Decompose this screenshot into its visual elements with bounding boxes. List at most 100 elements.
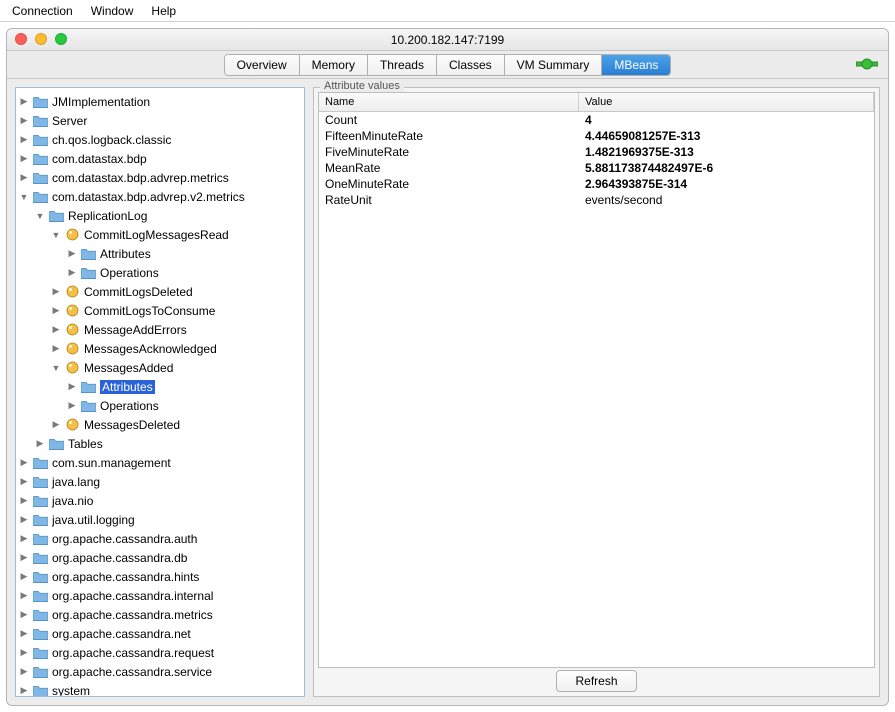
tree-toggle-icon[interactable] bbox=[50, 230, 62, 240]
tree-toggle-icon[interactable] bbox=[34, 438, 46, 449]
tree-item[interactable]: org.apache.cassandra.metrics bbox=[16, 605, 304, 624]
tab-memory[interactable]: Memory bbox=[300, 55, 368, 75]
tree-item[interactable]: com.sun.management bbox=[16, 453, 304, 472]
tab-classes[interactable]: Classes bbox=[437, 55, 505, 75]
tree-toggle-icon[interactable] bbox=[18, 533, 30, 544]
table-row[interactable]: Count 4 bbox=[319, 112, 874, 128]
folder-icon bbox=[32, 532, 48, 546]
mbean-tree[interactable]: JMImplementation Server ch.qos.logback.c… bbox=[15, 87, 305, 697]
tree-toggle-icon[interactable] bbox=[34, 211, 46, 221]
tree-item[interactable]: MessagesDeleted bbox=[16, 415, 304, 434]
tree-toggle-icon[interactable] bbox=[66, 381, 78, 392]
tree-toggle-icon[interactable] bbox=[18, 552, 30, 563]
tab-mbeans[interactable]: MBeans bbox=[602, 55, 670, 75]
tree-toggle-icon[interactable] bbox=[18, 571, 30, 582]
tree-item[interactable]: com.datastax.bdp.advrep.metrics bbox=[16, 168, 304, 187]
tree-toggle-icon[interactable] bbox=[50, 363, 62, 373]
tree-toggle-icon[interactable] bbox=[50, 343, 62, 354]
tree-item[interactable]: org.apache.cassandra.auth bbox=[16, 529, 304, 548]
tree-toggle-icon[interactable] bbox=[18, 647, 30, 658]
table-row[interactable]: FifteenMinuteRate 4.44659081257E-313 bbox=[319, 128, 874, 144]
tree-item[interactable]: system bbox=[16, 681, 304, 697]
tree-item-selected[interactable]: Attributes bbox=[16, 377, 304, 396]
menu-connection[interactable]: Connection bbox=[12, 4, 73, 18]
tab-vmsummary[interactable]: VM Summary bbox=[505, 55, 603, 75]
table-row[interactable]: FiveMinuteRate 1.4821969375E-313 bbox=[319, 144, 874, 160]
tree-item[interactable]: MessagesAdded bbox=[16, 358, 304, 377]
refresh-button[interactable]: Refresh bbox=[556, 670, 636, 692]
tree-toggle-icon[interactable] bbox=[18, 666, 30, 677]
tree-item[interactable]: ReplicationLog bbox=[16, 206, 304, 225]
tree-item[interactable]: org.apache.cassandra.service bbox=[16, 662, 304, 681]
tree-toggle-icon[interactable] bbox=[18, 685, 30, 696]
tree-toggle-icon[interactable] bbox=[18, 476, 30, 487]
tree-toggle-icon[interactable] bbox=[50, 286, 62, 297]
tree-item[interactable]: Server bbox=[16, 111, 304, 130]
tree-item[interactable]: org.apache.cassandra.hints bbox=[16, 567, 304, 586]
tree-toggle-icon[interactable] bbox=[66, 400, 78, 411]
attribute-table[interactable]: Name Value Count 4 FifteenMinuteRate 4.4… bbox=[318, 92, 875, 668]
table-row[interactable]: OneMinuteRate 2.964393875E-314 bbox=[319, 176, 874, 192]
tree-item[interactable]: CommitLogsDeleted bbox=[16, 282, 304, 301]
tree-toggle-icon[interactable] bbox=[18, 172, 30, 183]
tab-overview[interactable]: Overview bbox=[225, 55, 300, 75]
tree-item[interactable]: org.apache.cassandra.db bbox=[16, 548, 304, 567]
menubar: Connection Window Help bbox=[0, 0, 895, 22]
table-row[interactable]: MeanRate 5.881173874482497E-6 bbox=[319, 160, 874, 176]
tree-label: com.datastax.bdp.advrep.metrics bbox=[52, 171, 229, 185]
folder-icon bbox=[32, 133, 48, 147]
tree-item[interactable]: MessageAddErrors bbox=[16, 320, 304, 339]
tree-toggle-icon[interactable] bbox=[66, 248, 78, 259]
menu-help[interactable]: Help bbox=[151, 4, 176, 18]
tree-item[interactable]: org.apache.cassandra.request bbox=[16, 643, 304, 662]
folder-icon bbox=[32, 456, 48, 470]
zoom-icon[interactable] bbox=[55, 33, 67, 45]
tree-toggle-icon[interactable] bbox=[18, 115, 30, 126]
folder-icon bbox=[32, 551, 48, 565]
folder-icon bbox=[48, 209, 64, 223]
tree-label: java.util.logging bbox=[52, 513, 135, 527]
tree-item[interactable]: Operations bbox=[16, 396, 304, 415]
minimize-icon[interactable] bbox=[35, 33, 47, 45]
tree-toggle-icon[interactable] bbox=[50, 419, 62, 430]
tree-label: org.apache.cassandra.request bbox=[52, 646, 214, 660]
tree-item[interactable]: org.apache.cassandra.internal bbox=[16, 586, 304, 605]
tree-toggle-icon[interactable] bbox=[18, 192, 30, 202]
tab-threads[interactable]: Threads bbox=[368, 55, 437, 75]
tree-item[interactable]: Tables bbox=[16, 434, 304, 453]
tree-toggle-icon[interactable] bbox=[18, 609, 30, 620]
tree-item[interactable]: CommitLogsToConsume bbox=[16, 301, 304, 320]
tree-item[interactable]: java.nio bbox=[16, 491, 304, 510]
table-header: Name Value bbox=[319, 93, 874, 112]
tree-item[interactable]: org.apache.cassandra.net bbox=[16, 624, 304, 643]
tree-toggle-icon[interactable] bbox=[18, 495, 30, 506]
tree-toggle-icon[interactable] bbox=[50, 324, 62, 335]
tree-item[interactable]: Operations bbox=[16, 263, 304, 282]
tree-item[interactable]: JMImplementation bbox=[16, 92, 304, 111]
menu-window[interactable]: Window bbox=[91, 4, 134, 18]
tree-item[interactable]: java.util.logging bbox=[16, 510, 304, 529]
folder-icon bbox=[48, 437, 64, 451]
tree-toggle-icon[interactable] bbox=[18, 628, 30, 639]
tree-item[interactable]: MessagesAcknowledged bbox=[16, 339, 304, 358]
tree-toggle-icon[interactable] bbox=[18, 514, 30, 525]
window-title: 10.200.182.147:7199 bbox=[391, 33, 504, 47]
close-icon[interactable] bbox=[15, 33, 27, 45]
tree-label: JMImplementation bbox=[52, 95, 150, 109]
tree-item[interactable]: CommitLogMessagesRead bbox=[16, 225, 304, 244]
tree-item[interactable]: com.datastax.bdp.advrep.v2.metrics bbox=[16, 187, 304, 206]
tree-item[interactable]: java.lang bbox=[16, 472, 304, 491]
tree-item[interactable]: Attributes bbox=[16, 244, 304, 263]
tree-toggle-icon[interactable] bbox=[18, 590, 30, 601]
tree-label: MessageAddErrors bbox=[84, 323, 187, 337]
folder-icon bbox=[32, 475, 48, 489]
tree-toggle-icon[interactable] bbox=[18, 457, 30, 468]
tree-toggle-icon[interactable] bbox=[18, 96, 30, 107]
tree-toggle-icon[interactable] bbox=[18, 153, 30, 164]
tree-toggle-icon[interactable] bbox=[50, 305, 62, 316]
tree-toggle-icon[interactable] bbox=[66, 267, 78, 278]
table-row[interactable]: RateUnit events/second bbox=[319, 192, 874, 208]
tree-item[interactable]: com.datastax.bdp bbox=[16, 149, 304, 168]
tree-toggle-icon[interactable] bbox=[18, 134, 30, 145]
tree-item[interactable]: ch.qos.logback.classic bbox=[16, 130, 304, 149]
